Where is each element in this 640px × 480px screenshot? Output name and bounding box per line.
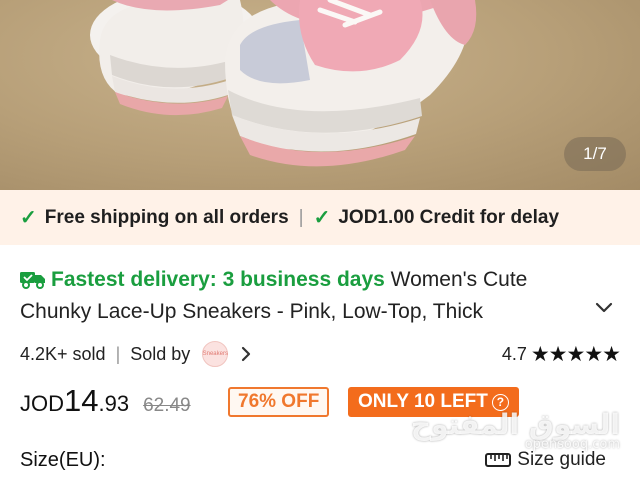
truck-icon	[20, 272, 45, 289]
size-label: Size(EU):	[20, 449, 106, 471]
sold-by-label[interactable]: Sold by	[130, 344, 190, 365]
shipping-banner[interactable]: ✓ Free shipping on all orders | ✓ JOD1.0…	[0, 190, 640, 245]
chevron-right-icon[interactable]	[240, 345, 252, 363]
price-row: JOD 14 .93 62.49	[20, 383, 191, 423]
delay-credit-text: JOD1.00 Credit for delay	[338, 206, 560, 228]
title-line2: Chunky Lace-Up Sneakers - Pink, Low-Top,…	[20, 300, 483, 323]
star-rating-icons: ★★★★★	[530, 342, 621, 366]
title-line1: Women's Cute	[390, 268, 528, 291]
rating-value: 4.7	[501, 343, 527, 364]
rating[interactable]: 4.7 ★★★★★	[501, 342, 621, 367]
price-whole: 14	[64, 383, 99, 418]
original-price: 62.49	[143, 395, 191, 416]
fastest-delivery-label: Fastest delivery: 3 business days	[51, 268, 385, 291]
store-logo-text: Sneakers	[202, 351, 228, 357]
store-logo[interactable]: Sneakers	[202, 341, 229, 367]
size-guide-button[interactable]: Size guide	[485, 449, 606, 471]
price-currency: JOD	[20, 391, 64, 416]
price-cents: .93	[98, 391, 130, 416]
banner-separator: |	[298, 206, 304, 228]
free-shipping-text: Free shipping on all orders	[44, 206, 289, 228]
image-counter: 1/7	[564, 137, 626, 171]
watermark: السوق المفتوح opensooq.com	[411, 408, 620, 452]
ruler-icon	[485, 453, 512, 467]
size-guide-label: Size guide	[517, 449, 606, 470]
check-icon: ✓	[20, 207, 37, 229]
sneaker-left-image	[90, 0, 477, 167]
sold-count: 4.2K+ sold	[20, 343, 106, 364]
product-title[interactable]: Fastest delivery: 3 business days Women'…	[20, 264, 590, 328]
meta-divider: |	[115, 343, 121, 364]
check-icon: ✓	[313, 207, 331, 229]
discount-badge: 76% OFF	[228, 387, 330, 417]
chevron-down-icon[interactable]	[594, 300, 614, 314]
product-image[interactable]: 1/7	[0, 0, 640, 190]
product-meta-row: 4.2K+ sold | Sold by Sneakers 4.7 ★★★★★	[20, 340, 621, 368]
